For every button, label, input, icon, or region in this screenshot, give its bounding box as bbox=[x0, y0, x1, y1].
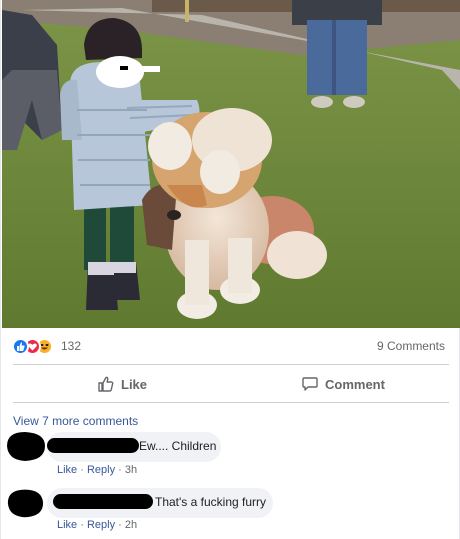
reactions-summary[interactable]: 132 9 Comments bbox=[1, 334, 460, 360]
avatar[interactable] bbox=[5, 487, 45, 519]
comment-reply-link[interactable]: Reply bbox=[87, 464, 115, 476]
comments-count-link[interactable]: 9 Comments bbox=[377, 339, 445, 353]
like-button-label: Like bbox=[121, 376, 148, 392]
divider bbox=[13, 364, 449, 365]
comment-timestamp[interactable]: 2h bbox=[125, 519, 137, 531]
like-icon bbox=[12, 338, 29, 355]
separator: · bbox=[77, 519, 87, 531]
avatar[interactable] bbox=[5, 430, 47, 462]
thumbs-up-icon bbox=[98, 376, 114, 392]
redacted-name bbox=[47, 438, 139, 453]
redacted-name bbox=[53, 494, 153, 509]
divider bbox=[13, 402, 449, 403]
separator: · bbox=[115, 519, 125, 531]
comment-bubble-icon bbox=[302, 377, 318, 391]
comment-meta: Like · Reply · 2h bbox=[57, 519, 137, 531]
comment-button-label: Comment bbox=[325, 376, 385, 392]
comment-text: Ew.... Children bbox=[139, 439, 217, 453]
comment-like-link[interactable]: Like bbox=[57, 464, 77, 476]
reaction-count[interactable]: 132 bbox=[61, 339, 81, 353]
comment-meta: Like · Reply · 3h bbox=[57, 464, 137, 476]
facebook-post: 132 9 Comments Like Comment View 7 more … bbox=[0, 0, 460, 539]
comment-bubble: Ew.... Children bbox=[47, 432, 221, 462]
comment-like-link[interactable]: Like bbox=[57, 519, 77, 531]
separator: · bbox=[115, 464, 125, 476]
separator: · bbox=[77, 464, 87, 476]
photo-image bbox=[2, 0, 460, 328]
comment-text: That's a fucking furry bbox=[155, 495, 266, 509]
view-more-comments-link[interactable]: View 7 more comments bbox=[13, 414, 138, 428]
comment-bubble: That's a fucking furry bbox=[47, 488, 273, 518]
comment-button[interactable]: Comment bbox=[301, 370, 385, 398]
comment-timestamp[interactable]: 3h bbox=[125, 464, 137, 476]
post-photo[interactable] bbox=[2, 0, 460, 328]
like-button[interactable]: Like bbox=[97, 370, 147, 398]
comment-reply-link[interactable]: Reply bbox=[87, 519, 115, 531]
reaction-icons bbox=[12, 338, 60, 356]
